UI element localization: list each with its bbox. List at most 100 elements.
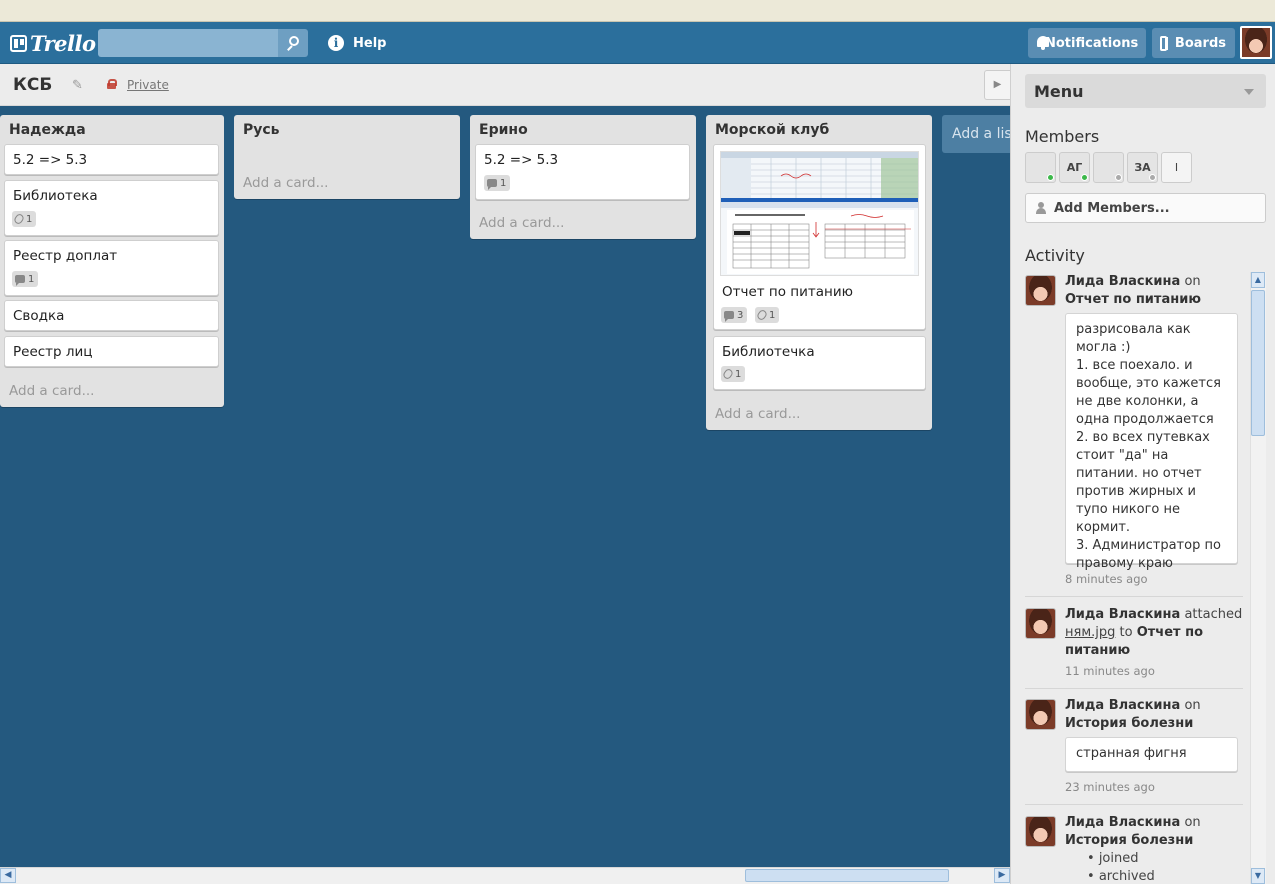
user-avatar[interactable]: [1240, 26, 1272, 59]
members-title: Members: [1025, 127, 1100, 146]
notifications-button[interactable]: Notifications: [1028, 28, 1146, 58]
activity-entry: Лида Власкина on Отчет по питанию: [1065, 273, 1245, 309]
list-rus: Русь Add a card...: [234, 115, 460, 199]
activity-avatar[interactable]: [1025, 275, 1056, 306]
badge-count: 1: [28, 273, 35, 285]
activity-subitem: • archived: [1087, 869, 1155, 884]
add-members-button[interactable]: Add Members...: [1025, 193, 1266, 223]
list-title[interactable]: Русь: [243, 122, 280, 138]
info-icon: i: [328, 35, 344, 51]
sidebar-scroll-thumb[interactable]: [1251, 290, 1265, 436]
card-title: Сводка: [13, 308, 65, 324]
activity-verb: on: [1184, 274, 1201, 289]
activity-user[interactable]: Лида Власкина: [1065, 607, 1180, 622]
comments-badge: 1: [484, 175, 511, 191]
attachment-badge: 1: [721, 366, 746, 382]
activity-entry: Лида Власкина on История болезни: [1065, 814, 1245, 850]
menu-dropdown[interactable]: Menu: [1025, 74, 1266, 108]
list-nadezhda: Надежда 5.2 => 5.3 Библиотека 1 Реестр д…: [0, 115, 224, 407]
card[interactable]: Реестр лиц: [4, 336, 219, 367]
add-card-link[interactable]: Add a card...: [479, 215, 564, 231]
member-avatar[interactable]: АГ: [1059, 152, 1090, 183]
search-button[interactable]: [278, 29, 308, 57]
activity-subitem: • joined: [1087, 851, 1139, 866]
paperclip-icon: [755, 308, 769, 322]
browser-chrome: [0, 0, 1275, 22]
activity-target[interactable]: История болезни: [1065, 716, 1193, 731]
divider: [1025, 804, 1243, 805]
divider: [1025, 596, 1243, 597]
activity-user[interactable]: Лида Власкина: [1065, 274, 1180, 289]
attachment-badge: 1: [12, 211, 37, 227]
scroll-right-arrow-icon[interactable]: ▶: [994, 868, 1010, 883]
activity-avatar[interactable]: [1025, 608, 1056, 639]
offline-status-dot: [1149, 174, 1156, 181]
horizontal-scroll-thumb[interactable]: [745, 869, 949, 882]
list-title[interactable]: Морской клуб: [715, 122, 829, 138]
activity-time: 11 minutes ago: [1065, 664, 1155, 678]
visibility-link[interactable]: Private: [127, 78, 169, 92]
list-title[interactable]: Ерино: [479, 122, 528, 138]
board-title[interactable]: КСБ: [13, 75, 52, 95]
sidebar-toggle-button[interactable]: ▶: [984, 70, 1010, 100]
comments-badge: 3: [721, 307, 748, 323]
attachment-badge: 1: [755, 307, 780, 323]
menu-label: Menu: [1034, 82, 1084, 101]
member-avatar[interactable]: ЗА: [1127, 152, 1158, 183]
activity-sublist: • joined • archived: [1065, 850, 1245, 884]
badge-count: 1: [26, 213, 33, 225]
add-card-link[interactable]: Add a card...: [243, 175, 328, 191]
add-card-link[interactable]: Add a card...: [9, 383, 94, 399]
activity-verb: on: [1184, 698, 1201, 713]
card[interactable]: Библиотечка 1: [713, 336, 926, 390]
comment-icon: [487, 179, 497, 190]
person-icon: [1036, 202, 1046, 214]
member-avatar[interactable]: I: [1161, 152, 1192, 183]
help-label: Help: [353, 35, 387, 51]
scroll-up-arrow-icon[interactable]: ▲: [1251, 272, 1265, 288]
activity-user[interactable]: Лида Власкина: [1065, 698, 1180, 713]
card-title: Реестр лиц: [13, 344, 93, 360]
member-avatar[interactable]: [1025, 152, 1056, 183]
card-title: Отчет по питанию: [722, 284, 854, 300]
search-input[interactable]: [98, 29, 278, 57]
boards-button[interactable]: Boards: [1152, 28, 1235, 58]
member-avatar[interactable]: [1093, 152, 1124, 183]
member-initials: АГ: [1066, 161, 1083, 174]
scroll-down-arrow-icon[interactable]: ▼: [1251, 868, 1265, 884]
scroll-left-arrow-icon[interactable]: ◀: [0, 868, 16, 883]
card[interactable]: Библиотека 1: [4, 180, 219, 236]
list-title[interactable]: Надежда: [9, 122, 86, 138]
card-title: 5.2 => 5.3: [13, 152, 88, 168]
card[interactable]: 5.2 => 5.3 1: [475, 144, 690, 200]
activity-comment: странная фигня: [1065, 737, 1238, 772]
badge-count: 1: [735, 368, 742, 380]
search-icon: [286, 36, 300, 51]
card[interactable]: 5.2 => 5.3: [4, 144, 219, 175]
add-list-button[interactable]: Add a list...: [942, 115, 1010, 153]
activity-verb: on: [1184, 815, 1201, 830]
attachment-link[interactable]: ням.jpg: [1065, 625, 1115, 640]
paperclip-icon: [12, 212, 26, 226]
activity-avatar[interactable]: [1025, 816, 1056, 847]
comment-icon: [15, 275, 25, 286]
card[interactable]: Отчет по питанию 3 1: [713, 144, 926, 330]
add-card-link[interactable]: Add a card...: [715, 406, 800, 422]
activity-time: 8 minutes ago: [1065, 572, 1148, 586]
help-link[interactable]: i Help: [328, 35, 386, 51]
activity-user[interactable]: Лида Власкина: [1065, 815, 1180, 830]
card-title: 5.2 => 5.3: [484, 152, 559, 168]
member-initials: ЗА: [1134, 161, 1151, 174]
list-morskoy-klub: Морской клуб Отчет по питанию 3 1 Библио…: [706, 115, 932, 430]
activity-target[interactable]: Отчет по питанию: [1065, 292, 1201, 307]
activity-avatar[interactable]: [1025, 699, 1056, 730]
activity-target[interactable]: История болезни: [1065, 833, 1193, 848]
caret-down-icon: [1244, 89, 1254, 95]
activity-comment: разрисовала как могла :) 1. все поехало.…: [1065, 313, 1238, 571]
activity-verb: attached: [1184, 607, 1243, 622]
lock-icon: [107, 79, 117, 89]
card[interactable]: Реестр доплат 1: [4, 240, 219, 296]
card[interactable]: Сводка: [4, 300, 219, 331]
trello-logo[interactable]: Trello: [10, 31, 96, 56]
pencil-icon[interactable]: ✎: [72, 78, 83, 93]
